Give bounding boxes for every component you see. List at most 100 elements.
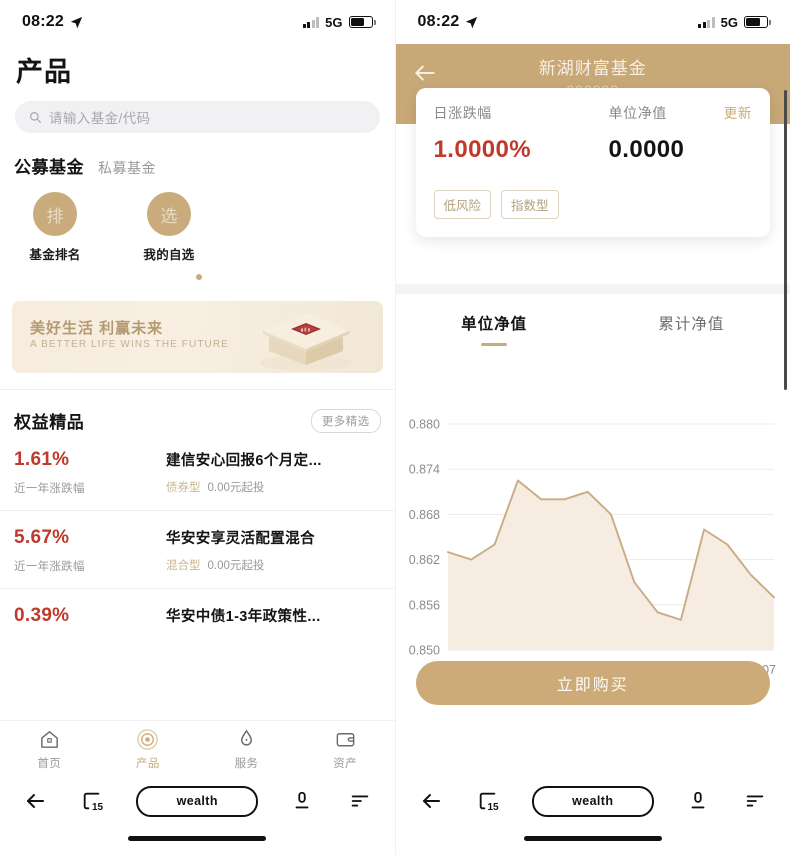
location-arrow-icon (70, 16, 83, 29)
status-bar-left: 08:22 5G (0, 0, 395, 44)
more-selections-button[interactable]: 更多精选 (311, 409, 381, 433)
banner-title: 美好生活 利赢未来 (30, 317, 163, 338)
tab-assets[interactable]: 资产 (296, 728, 395, 771)
browser-toolbar-left: 15 wealth (0, 777, 395, 825)
bottom-tab-bar: 首页 产品 服务 (0, 720, 395, 777)
network-label: 5G (721, 15, 738, 30)
fund-list-item[interactable]: 0.39% 华安中债1-3年政策性... (0, 589, 395, 641)
update-button[interactable]: 更新 (724, 102, 752, 122)
target-icon (99, 728, 198, 752)
back-arrow-icon[interactable] (412, 60, 438, 86)
tab-label: 累计净值 (593, 312, 790, 334)
carousel-dot-active[interactable] (196, 274, 202, 280)
status-time: 08:22 (418, 13, 460, 31)
home-icon (0, 728, 99, 752)
browser-mic-button[interactable] (289, 788, 315, 814)
tab-home[interactable]: 首页 (0, 728, 99, 771)
browser-back-button[interactable] (22, 788, 48, 814)
gift-box-icon (251, 305, 361, 373)
chart-y-tick-label: 0.856 (408, 598, 439, 612)
status-indicators: 5G (698, 15, 768, 30)
browser-tabs-button[interactable]: 15 (475, 788, 501, 814)
tab-products[interactable]: 产品 (99, 728, 198, 771)
status-badge: 指数型 (501, 190, 559, 219)
browser-menu-button[interactable] (742, 788, 768, 814)
chart-y-tick-label: 0.874 (408, 463, 439, 477)
location-arrow-icon (465, 16, 478, 29)
banner-subtitle: A BETTER LIFE WINS THE FUTURE (30, 339, 229, 350)
search-input[interactable]: 请输入基金/代码 (15, 101, 380, 133)
ranking-badge-icon: 排 (33, 192, 77, 236)
fund-category-segments: 公募基金 私募基金 (0, 133, 395, 178)
chart-y-tick-label: 0.880 (408, 418, 439, 432)
tab-label: 单位净值 (396, 312, 593, 334)
tab-services[interactable]: 服务 (197, 728, 296, 771)
fund-percent-label: 近一年涨跌幅 (14, 558, 166, 574)
tabs-icon: 15 (477, 790, 499, 812)
status-time-group: 08:22 (418, 13, 479, 31)
buy-now-button[interactable]: 立即购买 (416, 661, 771, 705)
chart-y-tick-label: 0.862 (408, 553, 439, 567)
quick-actions: 排 基金排名 选 我的自选 (0, 178, 395, 263)
fund-min-invest: 0.00元起投 (208, 479, 265, 495)
fund-card-values: 1.0000% 0.0000 (434, 136, 753, 164)
segment-private-funds[interactable]: 私募基金 (98, 158, 156, 178)
fund-min-invest: 0.00元起投 (208, 557, 265, 573)
fund-performance: 0.39% (14, 605, 166, 627)
promo-banner[interactable]: 美好生活 利赢未来 A BETTER LIFE WINS THE FUTURE (12, 301, 383, 373)
daily-change-label: 日涨跌幅 (434, 103, 609, 123)
browser-url-bar[interactable]: wealth (136, 786, 258, 817)
tab-label: 资产 (296, 755, 395, 771)
home-indicator (524, 836, 662, 841)
status-time: 08:22 (22, 13, 64, 31)
status-badge: 低风险 (434, 190, 492, 219)
wallet-icon (296, 728, 395, 752)
fund-name: 华安中债1-3年政策性... (166, 605, 381, 626)
daily-change-value: 1.0000% (434, 136, 609, 164)
nav-history-chart[interactable]: 0.8500.8560.8620.8680.8740.8802021-04-14… (396, 400, 790, 690)
nav-value-tabs: 单位净值 累计净值 (396, 312, 790, 346)
left-phone-screen: 08:22 5G 产品 请输入基金/代码 (0, 0, 395, 855)
network-label: 5G (325, 15, 342, 30)
fund-list-item[interactable]: 1.61% 近一年涨跌幅 建信安心回报6个月定... 债券型 0.00元起投 (0, 433, 395, 511)
quick-action-label: 我的自选 (140, 244, 198, 263)
chart-area-fill (448, 481, 774, 651)
fund-summary-card: 日涨跌幅 单位净值 更新 1.0000% 0.0000 低风险 指数型 (416, 88, 771, 237)
fund-percent-label: 近一年涨跌幅 (14, 480, 166, 496)
browser-mic-button[interactable] (685, 788, 711, 814)
active-tab-underline (481, 343, 507, 346)
browser-tabs-button[interactable]: 15 (79, 788, 105, 814)
tab-label: 首页 (0, 755, 99, 771)
right-phone-screen: 08:22 5G 新湖财富基金 009233 日涨跌幅 (395, 0, 790, 855)
fund-list-item[interactable]: 5.67% 近一年涨跌幅 华安安享灵活配置混合 混合型 0.00元起投 (0, 511, 395, 589)
tab-label: 产品 (99, 755, 198, 771)
tab-unit-nav[interactable]: 单位净值 (396, 312, 593, 346)
signal-bars-icon (698, 17, 715, 28)
quick-action-fund-ranking[interactable]: 排 基金排名 (26, 192, 84, 263)
browser-back-button[interactable] (418, 788, 444, 814)
fund-performance: 5.67% 近一年涨跌幅 (14, 527, 166, 574)
nav-label: 单位净值 (609, 103, 724, 123)
section-divider (396, 284, 790, 294)
battery-icon (349, 16, 373, 28)
chart-svg: 0.8500.8560.8620.8680.8740.8802021-04-14… (396, 400, 790, 690)
quick-action-my-watchlist[interactable]: 选 我的自选 (140, 192, 198, 263)
status-time-group: 08:22 (22, 13, 83, 31)
page-scrollbar[interactable] (784, 90, 788, 390)
search-icon (29, 111, 42, 124)
tab-cumulative-nav[interactable]: 累计净值 (593, 312, 790, 346)
fund-card-headers: 日涨跌幅 单位净值 更新 (434, 102, 753, 123)
browser-url-bar[interactable]: wealth (532, 786, 654, 817)
nav-value: 0.0000 (609, 136, 685, 164)
browser-menu-button[interactable] (347, 788, 373, 814)
segment-public-funds[interactable]: 公募基金 (14, 153, 84, 178)
dual-screenshot-stage: 08:22 5G 产品 请输入基金/代码 (0, 0, 790, 855)
browser-toolbar-right: 15 wealth (396, 777, 790, 825)
battery-icon (744, 16, 768, 28)
fund-name: 华安安享灵活配置混合 (166, 527, 381, 548)
status-indicators: 5G (303, 15, 373, 30)
chart-y-tick-label: 0.850 (408, 644, 439, 658)
service-icon (197, 728, 296, 752)
tabs-count-label: 15 (91, 802, 104, 813)
fund-performance: 1.61% 近一年涨跌幅 (14, 449, 166, 496)
